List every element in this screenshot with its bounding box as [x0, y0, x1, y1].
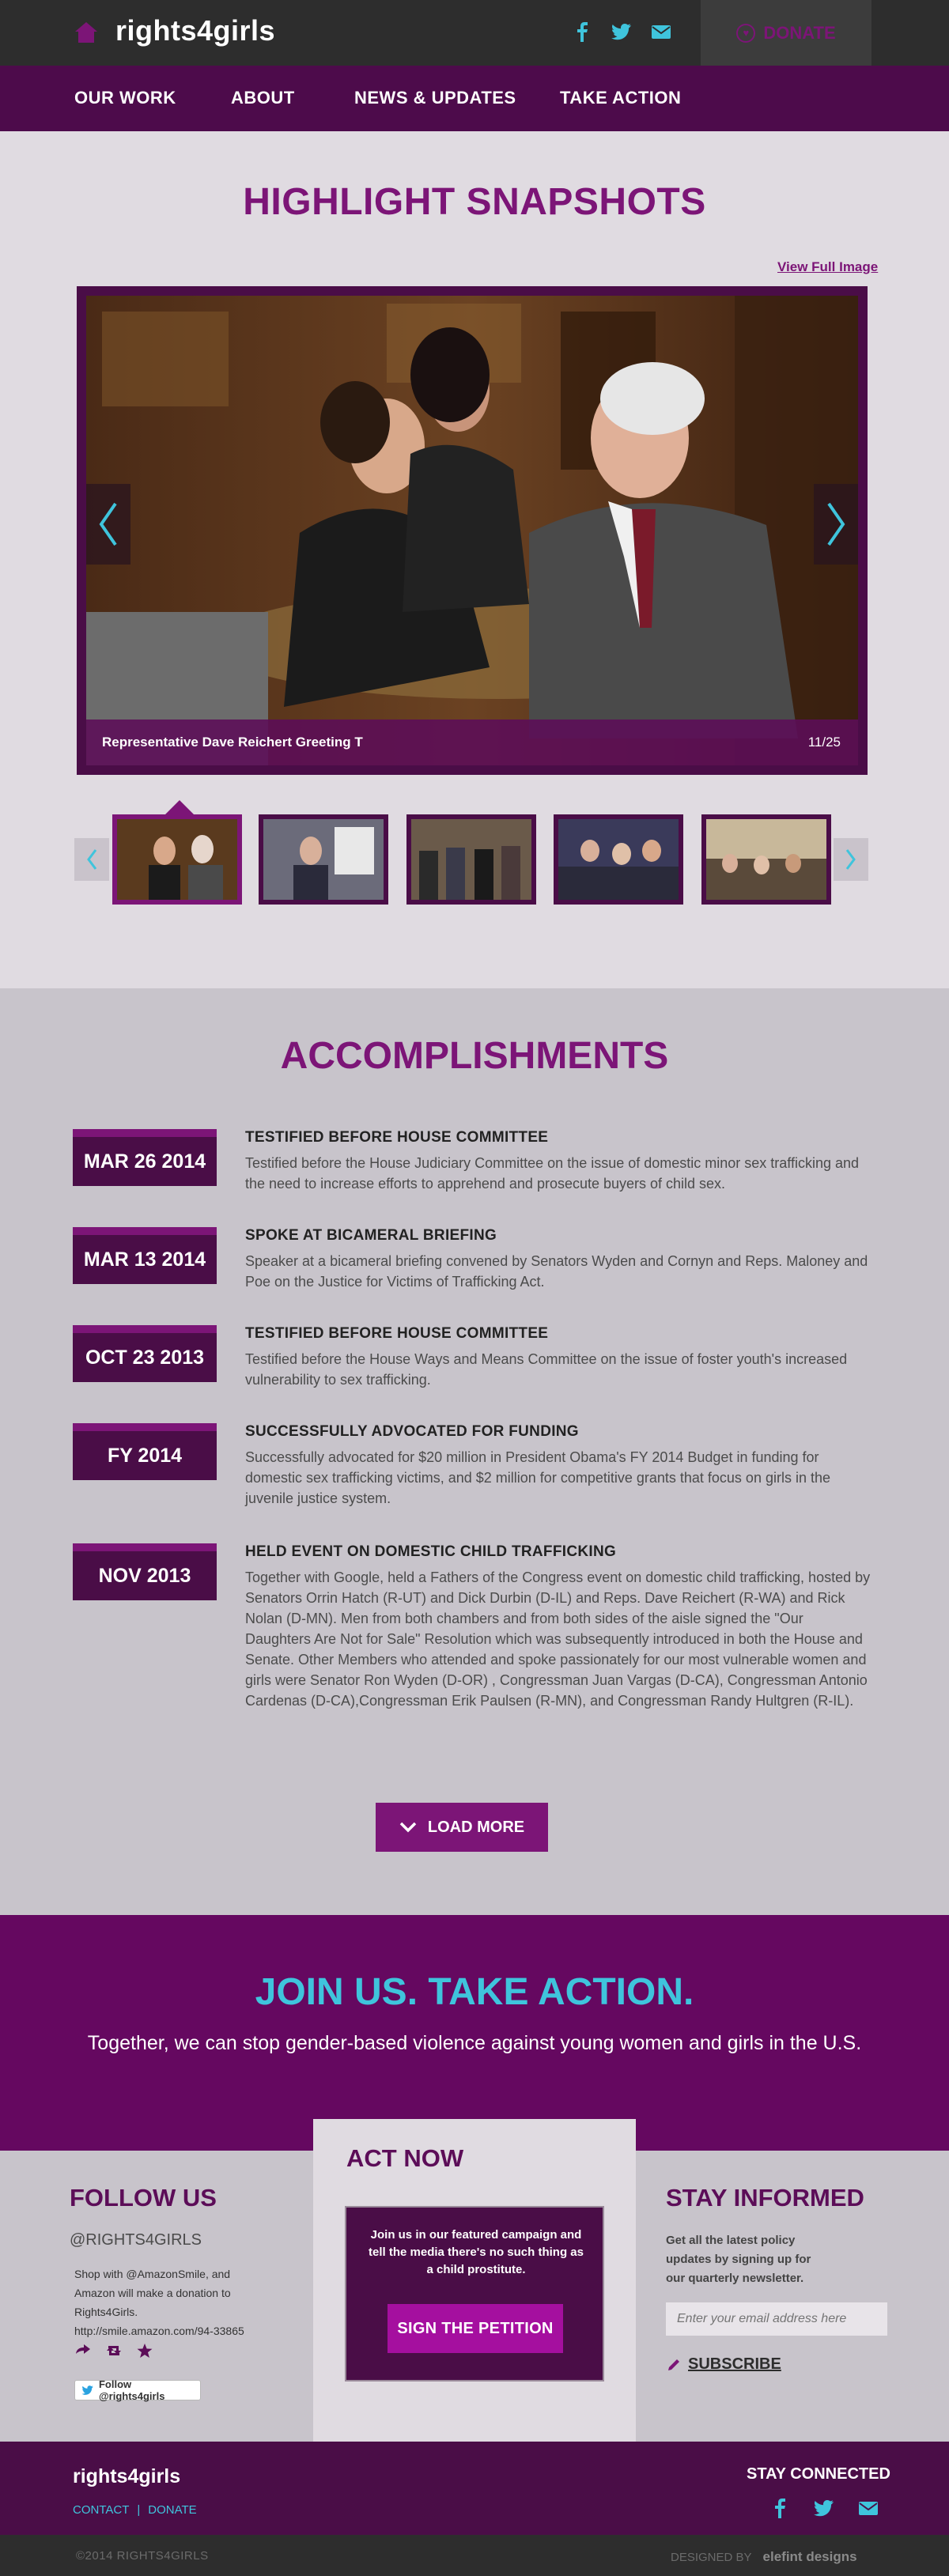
act-now-text: Join us in our featured campaign and tel…: [369, 2228, 584, 2276]
newsletter-email-input[interactable]: [666, 2302, 887, 2336]
tweet-actions: [74, 2343, 153, 2359]
donate-label: DONATE: [763, 22, 836, 43]
accomplishment-heading: SUCCESSFULLY ADVOCATED FOR FUNDING: [245, 1423, 579, 1440]
heart-icon: ♥: [736, 23, 756, 43]
accomplishment-body: Speaker at a bicameral briefing convened…: [245, 1253, 868, 1290]
nav-our-work[interactable]: OUR WORK: [74, 88, 176, 108]
act-now-title: ACT NOW: [346, 2144, 464, 2172]
accomplishment-heading: HELD EVENT ON DOMESTIC CHILD TRAFFICKING: [245, 1543, 617, 1560]
slide-next-button[interactable]: [814, 484, 858, 565]
slide-caption: Representative Dave Reichert Greeting T: [102, 735, 363, 750]
subscribe-link[interactable]: SUBSCRIBE: [666, 2355, 781, 2374]
designed-by-label: DESIGNED BY: [671, 2550, 752, 2564]
stay-connected-title: STAY CONNECTED: [747, 2465, 890, 2483]
pencil-icon: [668, 2359, 679, 2370]
facebook-icon[interactable]: [571, 21, 593, 43]
date-badge: FY 2014: [73, 1423, 217, 1480]
accomplishment-body: Together with Google, held a Fathers of …: [245, 1569, 871, 1709]
thumbnail[interactable]: [259, 814, 388, 905]
thumbs-next-button[interactable]: [834, 838, 868, 881]
footer: rights4girls CONTACT | DONATE STAY CONNE…: [0, 2442, 949, 2535]
twitter-icon[interactable]: [813, 2497, 835, 2519]
house-logo-icon[interactable]: [73, 19, 100, 46]
copyright: ©2014 RIGHTS4GIRLS: [76, 2549, 209, 2563]
slide-photo: Representative Dave Reichert Greeting T …: [86, 296, 858, 765]
slide-prev-button[interactable]: [86, 484, 130, 565]
twitter-bird-icon: [81, 2385, 93, 2395]
chevron-right-icon: [827, 502, 845, 546]
retweet-icon[interactable]: [104, 2343, 123, 2359]
chevron-right-icon: [845, 849, 856, 870]
footer-link-separator: |: [137, 2503, 141, 2517]
act-now-box: Join us in our featured campaign and tel…: [345, 2206, 604, 2381]
amazon-smile-text: Shop with @AmazonSmile, and Amazon will …: [74, 2268, 244, 2337]
bottom-bar: ©2014 RIGHTS4GIRLS DESIGNED BY elefint d…: [0, 2535, 949, 2576]
date-badge: NOV 2013: [73, 1543, 217, 1600]
load-more-button[interactable]: LOAD MORE: [376, 1803, 548, 1852]
accomplishment-body: Testified before the House Ways and Mean…: [245, 1351, 848, 1388]
date-badge: OCT 23 2013: [73, 1325, 217, 1382]
view-full-image-link[interactable]: View Full Image: [777, 259, 878, 275]
email-icon[interactable]: [650, 21, 672, 43]
slideshow: Representative Dave Reichert Greeting T …: [77, 286, 868, 775]
designer-logo[interactable]: elefint designs: [763, 2549, 857, 2565]
follow-button-label: Follow @rights4girls: [98, 2378, 165, 2402]
footer-logo[interactable]: rights4girls: [73, 2465, 180, 2488]
sign-petition-button[interactable]: SIGN THE PETITION: [388, 2304, 563, 2353]
thumbnail[interactable]: [554, 814, 683, 905]
date-badge: MAR 13 2014: [73, 1227, 217, 1284]
slide-caption-bar: Representative Dave Reichert Greeting T …: [86, 720, 858, 765]
thumbs-prev-button[interactable]: [74, 838, 109, 881]
accomplishment-body: Testified before the House Judiciary Com…: [245, 1155, 860, 1192]
load-more-label: LOAD MORE: [427, 1818, 525, 1836]
accomplishments-title: ACCOMPLISHMENTS: [280, 1035, 669, 1077]
favorite-star-icon[interactable]: [136, 2343, 153, 2359]
main-nav: OUR WORK ABOUT NEWS & UPDATES TAKE ACTIO…: [0, 66, 949, 131]
facebook-icon[interactable]: [769, 2497, 791, 2519]
email-icon[interactable]: [857, 2497, 879, 2519]
top-bar: rights4girls ♥ DONATE: [0, 0, 949, 66]
nav-news-updates[interactable]: NEWS & UPDATES: [354, 88, 516, 108]
slide-counter: 11/25: [807, 735, 841, 750]
thumbnail[interactable]: [112, 814, 242, 905]
chevron-left-icon: [87, 849, 97, 870]
nav-take-action[interactable]: TAKE ACTION: [560, 88, 681, 108]
highlight-title: HIGHLIGHT SNAPSHOTS: [243, 181, 706, 223]
join-subtitle: Together, we can stop gender-based viole…: [87, 2032, 862, 2054]
twitter-handle: @RIGHTS4GIRLS: [70, 2231, 202, 2249]
footer-contact-link[interactable]: CONTACT: [73, 2503, 129, 2517]
footer-links: CONTACT | DONATE: [73, 2503, 197, 2517]
join-title: JOIN US. TAKE ACTION.: [255, 1971, 694, 2013]
follow-twitter-button[interactable]: Follow @rights4girls: [74, 2378, 201, 2402]
subscribe-label: SUBSCRIBE: [688, 2355, 781, 2373]
accomplishment-body: Successfully advocated for $20 million i…: [245, 1449, 830, 1506]
designed-by: DESIGNED BY elefint designs: [671, 2549, 857, 2565]
follow-us-title: FOLLOW US: [70, 2184, 217, 2212]
date-badge: MAR 26 2014: [73, 1129, 217, 1186]
newsletter-text: Get all the latest policy updates by sig…: [666, 2234, 811, 2285]
thumbnail[interactable]: [406, 814, 536, 905]
nav-about[interactable]: ABOUT: [231, 88, 295, 108]
thumbnail[interactable]: [701, 814, 831, 905]
twitter-icon[interactable]: [611, 21, 633, 43]
chevron-down-icon: [399, 1822, 417, 1833]
accomplishment-heading: SPOKE AT BICAMERAL BRIEFING: [245, 1227, 497, 1244]
site-logo[interactable]: rights4girls: [115, 14, 275, 47]
footer-donate-link[interactable]: DONATE: [148, 2503, 196, 2517]
accomplishment-heading: TESTIFIED BEFORE HOUSE COMMITTEE: [245, 1325, 549, 1342]
join-banner: JOIN US. TAKE ACTION. Together, we can s…: [0, 1915, 949, 2151]
footer-social: [769, 2497, 879, 2519]
thumb-pointer: [164, 800, 195, 816]
chevron-left-icon: [99, 502, 117, 546]
stay-informed-title: STAY INFORMED: [666, 2184, 864, 2212]
reply-icon[interactable]: [74, 2343, 92, 2359]
header-social: [571, 21, 672, 43]
accomplishment-heading: TESTIFIED BEFORE HOUSE COMMITTEE: [245, 1129, 549, 1146]
donate-button[interactable]: ♥ DONATE: [701, 0, 871, 66]
